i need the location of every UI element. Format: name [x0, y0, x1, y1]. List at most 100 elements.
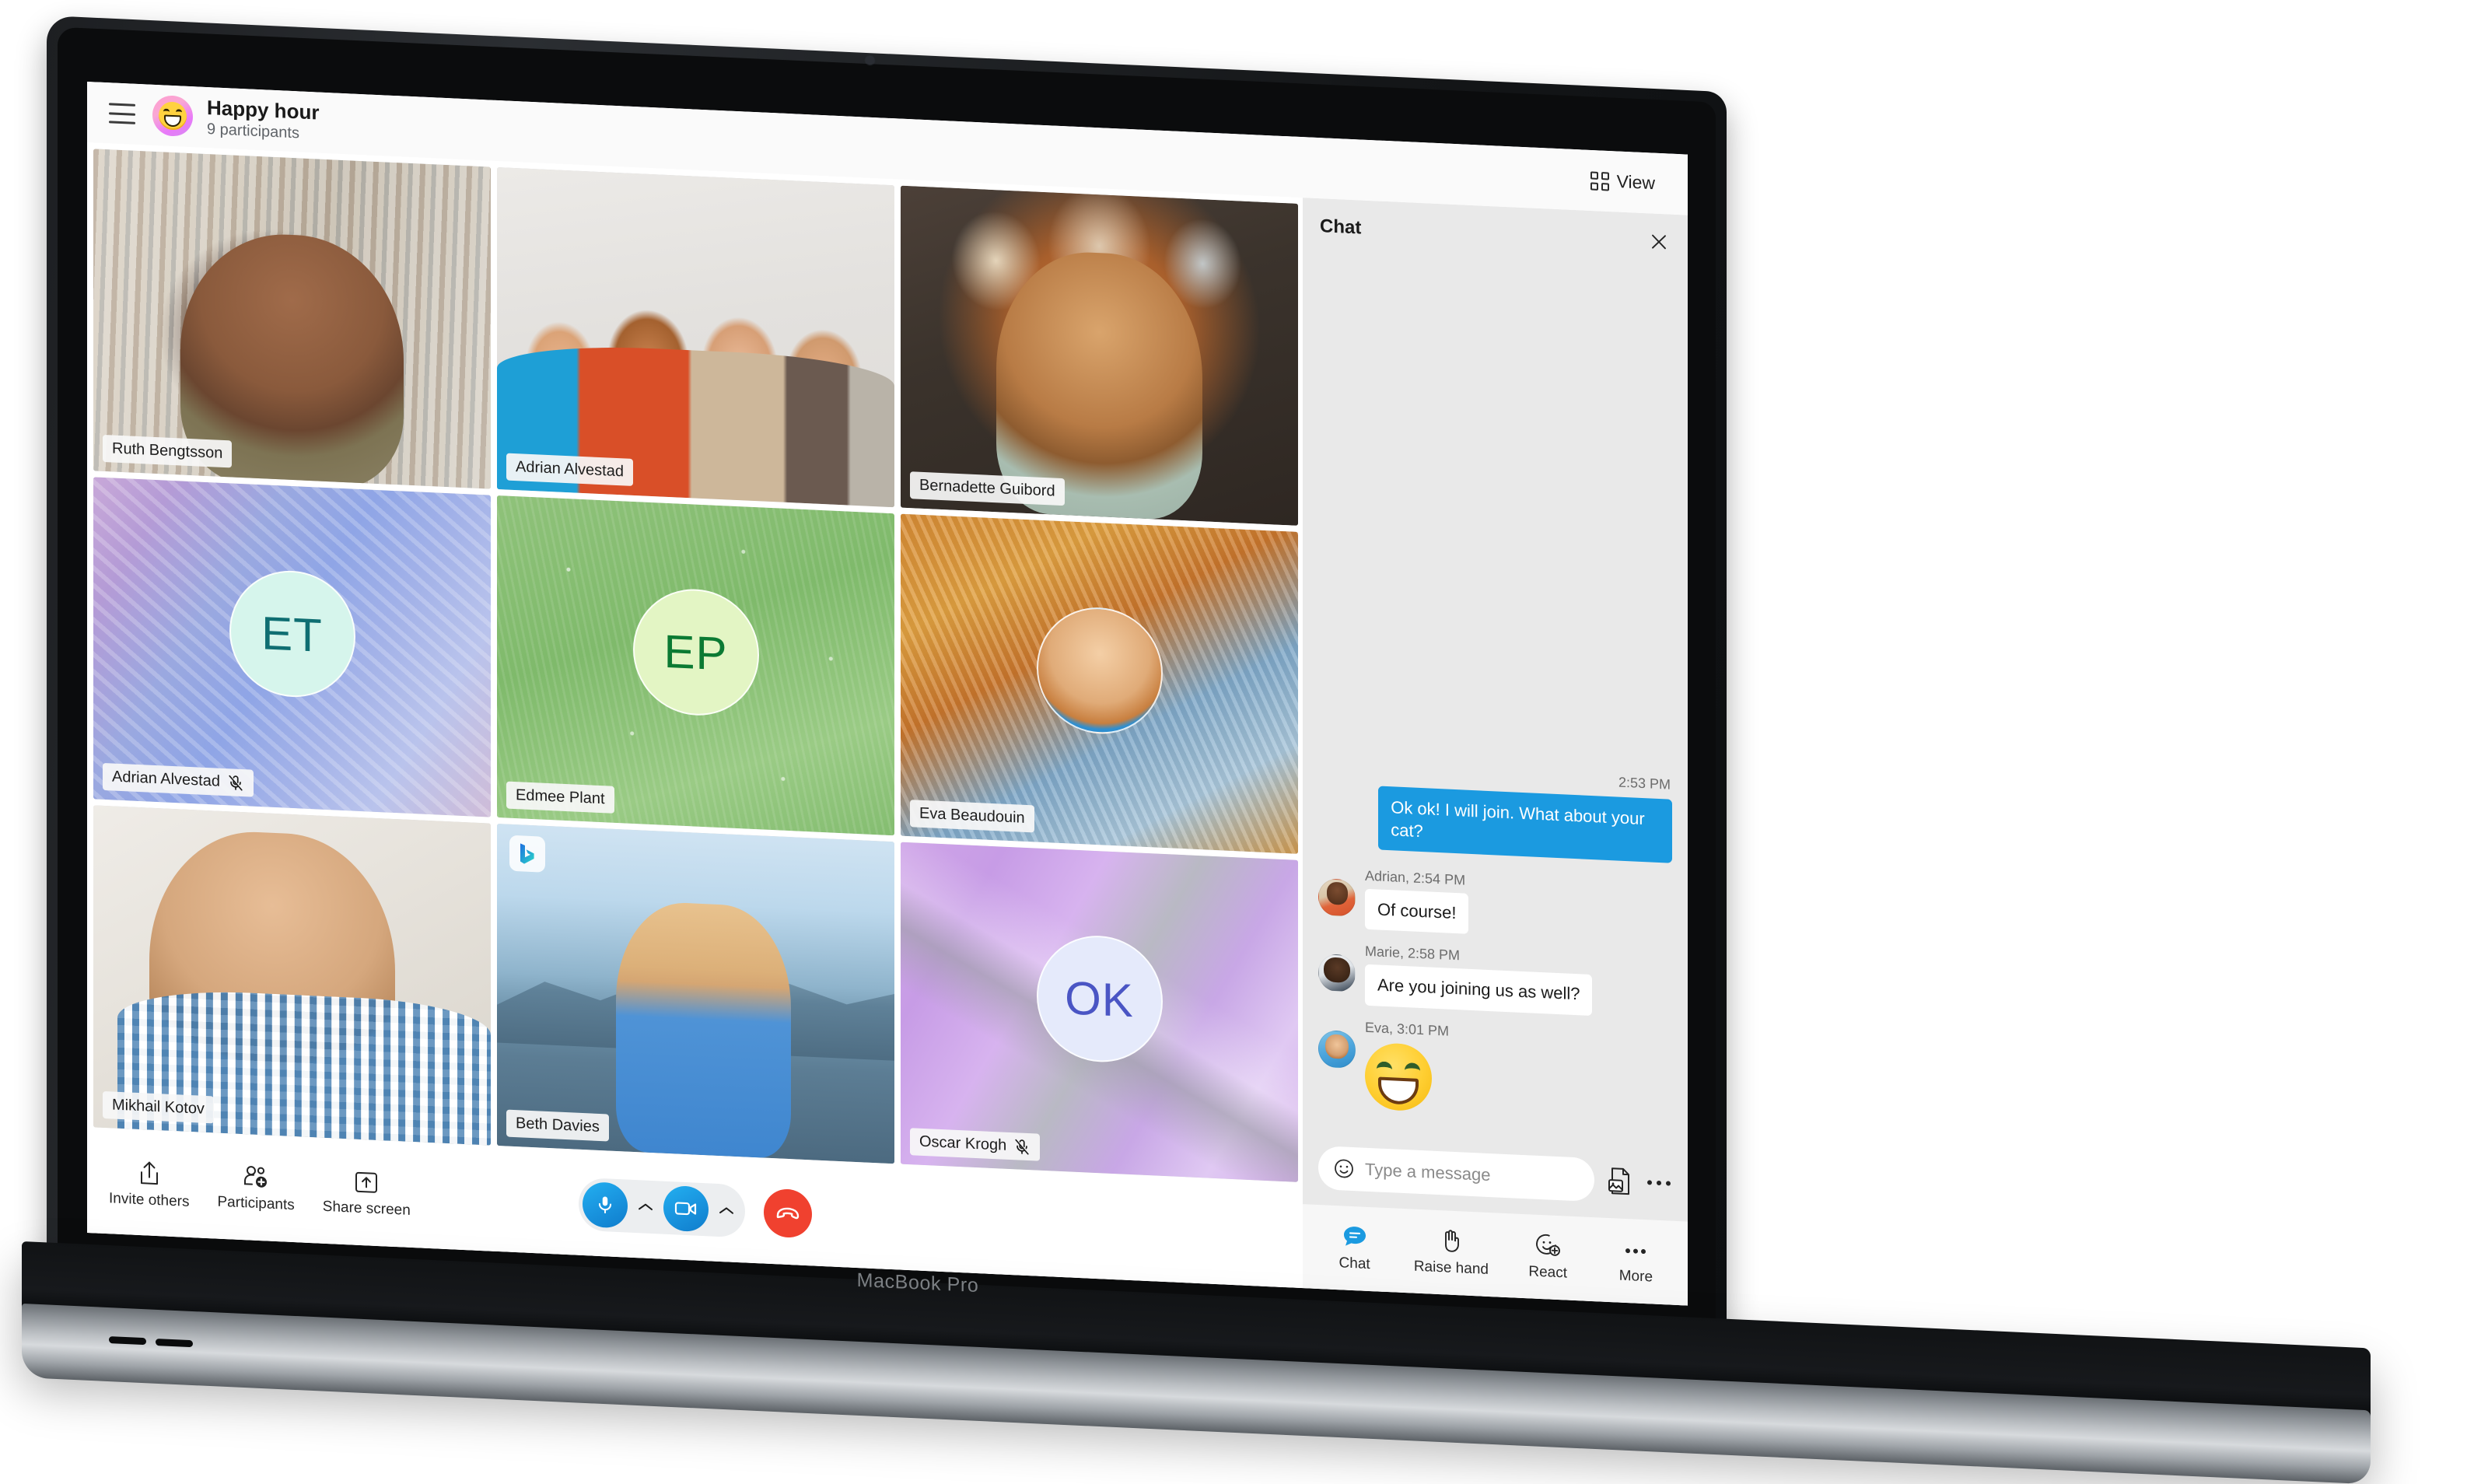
end-call-button[interactable] [763, 1188, 812, 1239]
end-call-icon [776, 1207, 799, 1220]
outgoing-message: Ok ok! I will join. What about your cat? [1378, 786, 1672, 863]
chat-title: Chat [1320, 215, 1362, 239]
call-title-block: Happy hour 9 participants [207, 96, 319, 143]
message-meta: Adrian, 2:54 PM [1365, 867, 1466, 888]
laptop-screen: Happy hour 9 participants View Ruth Beng… [87, 82, 1688, 1306]
participant-count: 9 participants [207, 121, 299, 142]
participant-tile[interactable]: ET Adrian Alvestad [93, 477, 491, 817]
microphone-icon [598, 1196, 611, 1214]
avatar [1318, 1030, 1356, 1069]
participant-name: Adrian Alvestad [516, 458, 624, 481]
chat-message: Adrian, 2:54 PM Of course! [1318, 866, 1672, 943]
chat-message-list: 2:53 PM Ok ok! I will join. What about y… [1303, 254, 1688, 1147]
ellipsis-icon [1647, 1180, 1671, 1186]
participant-tile[interactable]: OK Oscar Krogh [901, 842, 1298, 1182]
close-icon [1652, 234, 1666, 250]
tab-more[interactable]: More [1607, 1236, 1664, 1286]
smiley-avatar [152, 94, 193, 138]
view-button[interactable]: View [1581, 163, 1664, 201]
share-up-icon [140, 1161, 158, 1185]
participant-name: Edmee Plant [516, 786, 605, 808]
tab-raise-hand[interactable]: Raise hand [1414, 1227, 1489, 1279]
attach-image-button[interactable] [1607, 1166, 1633, 1197]
hamburger-icon[interactable] [109, 103, 135, 124]
video-button[interactable] [663, 1185, 709, 1233]
participant-name: Adrian Alvestad [112, 768, 220, 790]
chat-tab-bar: Chat Raise hand React More [1303, 1204, 1688, 1306]
add-reaction-icon [1536, 1234, 1561, 1256]
outgoing-timestamp: 2:53 PM [1618, 774, 1671, 793]
mic-video-pill [578, 1177, 745, 1238]
participant-name: Eva Beaudouin [919, 804, 1025, 827]
participant-name-tag: Beth Davies [506, 1109, 609, 1142]
call-actions-group: Invite others Participants Share screen [109, 1158, 411, 1221]
message-input-placeholder: Type a message [1365, 1159, 1491, 1185]
composer-more-button[interactable] [1646, 1178, 1672, 1188]
participant-name: Beth Davies [516, 1115, 600, 1136]
microphone-button[interactable] [582, 1181, 628, 1229]
tab-react[interactable]: React [1519, 1232, 1576, 1283]
tab-react-label: React [1528, 1263, 1567, 1282]
chat-bubble-icon [1343, 1227, 1366, 1246]
message-meta: Eva, 3:01 PM [1365, 1019, 1450, 1039]
participants-button[interactable]: Participants [218, 1163, 295, 1216]
avatar [1318, 877, 1356, 918]
tab-more-label: More [1618, 1267, 1653, 1286]
tab-raise-hand-label: Raise hand [1413, 1258, 1489, 1278]
smiley-icon[interactable] [1332, 1157, 1356, 1181]
incoming-message: Of course! [1365, 888, 1469, 935]
screenshot-scene: Happy hour 9 participants View Ruth Beng… [0, 0, 2481, 1484]
bing-logo-icon [520, 843, 534, 864]
raised-hand-icon [1444, 1230, 1459, 1252]
background-effect-badge [509, 835, 545, 873]
message-column: Eva, 3:01 PM [1365, 1020, 1449, 1113]
participant-tile[interactable]: Ruth Bengtsson [93, 149, 491, 489]
participant-tile[interactable]: EP Edmee Plant [497, 495, 894, 836]
invite-others-button[interactable]: Invite others [109, 1158, 190, 1211]
message-column: Marie, 2:58 PM Are you joining us as well… [1365, 943, 1593, 1017]
participant-name: Mikhail Kotov [112, 1096, 205, 1118]
participant-tile[interactable]: Adrian Alvestad [497, 166, 894, 508]
action-label: Share screen [322, 1198, 411, 1219]
participant-grid: Ruth Bengtsson Adrian Alvestad Bernadette … [87, 142, 1303, 1185]
video-stage: Ruth Bengtsson Adrian Alvestad Bernadette … [87, 142, 1303, 1289]
participant-tile[interactable]: Beth Davies [497, 823, 894, 1164]
screen-share-icon [355, 1171, 378, 1193]
video-options-button[interactable] [712, 1188, 741, 1234]
grid-view-icon [1590, 170, 1609, 191]
participant-tile[interactable]: Eva Beaudouin [901, 513, 1298, 854]
page-title: Happy hour [207, 96, 320, 124]
video-camera-icon [674, 1202, 696, 1216]
avatar [1318, 954, 1356, 993]
action-label: Participants [217, 1193, 295, 1213]
participant-name-tag: Adrian Alvestad [506, 453, 633, 486]
chevron-up-icon [638, 1203, 653, 1211]
participant-name-tag: Edmee Plant [506, 781, 614, 814]
microphone-options-button[interactable] [631, 1184, 660, 1230]
action-label: Invite others [109, 1189, 190, 1210]
chat-close-button[interactable] [1646, 228, 1672, 256]
participant-name: Bernadette Guibord [919, 476, 1055, 500]
participant-silhouette [616, 900, 792, 1160]
participant-name-tag: Eva Beaudouin [910, 800, 1034, 833]
message-column: Adrian, 2:54 PM Of course! [1365, 867, 1469, 935]
incoming-messages: Adrian, 2:54 PM Of course! Marie, 2:58 PM A… [1318, 866, 1672, 1137]
participant-name-tag: Mikhail Kotov [103, 1090, 214, 1124]
muted-mic-icon [1015, 1139, 1029, 1155]
participant-tile[interactable]: Bernadette Guibord [901, 185, 1298, 526]
participant-name-tag: Ruth Bengtsson [103, 434, 233, 468]
tab-chat-label: Chat [1338, 1255, 1370, 1273]
muted-mic-icon [229, 775, 243, 791]
webcam-icon [866, 56, 874, 65]
image-file-icon [1608, 1167, 1629, 1195]
primary-call-controls [578, 1177, 812, 1241]
chat-message: Eva, 3:01 PM [1318, 1017, 1672, 1123]
message-input-wrapper[interactable]: Type a message [1318, 1146, 1594, 1202]
emoji-message [1365, 1041, 1432, 1112]
share-screen-button[interactable]: Share screen [323, 1167, 411, 1220]
participant-tile[interactable]: Mikhail Kotov [93, 805, 491, 1146]
tab-chat[interactable]: Chat [1326, 1223, 1384, 1273]
participant-name: Oscar Krogh [919, 1132, 1007, 1154]
laptop-device: Happy hour 9 participants View Ruth Beng… [0, 0, 2481, 1484]
add-people-icon [244, 1165, 268, 1188]
